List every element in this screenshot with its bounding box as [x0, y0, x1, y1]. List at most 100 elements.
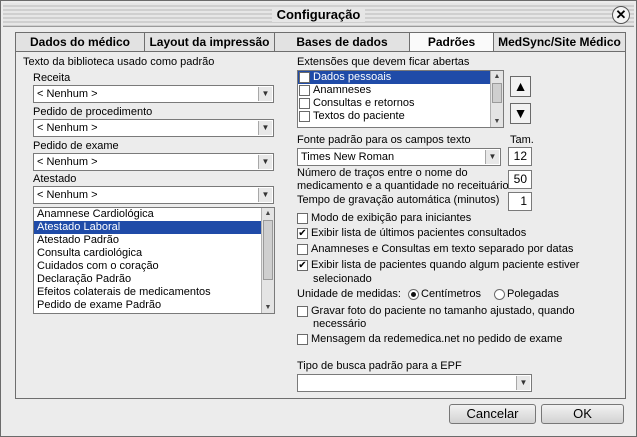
radio-selected[interactable] — [408, 288, 420, 300]
atestado-dropdown-list[interactable]: Anamnese Cardiológica Atestado Laboral A… — [33, 207, 275, 314]
tab-dados-do-medico[interactable]: Dados do médico — [15, 32, 145, 52]
dropdown-scrollbar[interactable]: ▲ ▼ — [261, 208, 274, 313]
tab-bases-de-dados[interactable]: Bases de dados — [274, 32, 410, 52]
chevron-down-icon[interactable]: ▼ — [258, 87, 272, 101]
unit-in-label: Polegadas — [507, 288, 560, 300]
unit-in-radio[interactable]: Polegadas — [494, 288, 559, 300]
config-window: Configuração ✕ Dados do médico Layout da… — [0, 0, 637, 437]
pedido-procedimento-select[interactable]: < Nenhum > ▼ — [33, 119, 274, 137]
traces-label-line2: medicamento e a quantidade no receituári… — [297, 180, 509, 192]
up-arrow-icon: ▲ — [513, 78, 528, 94]
option-last-patients[interactable]: ✔ Exibir lista de últimos pacientes consu… — [297, 227, 526, 240]
traces-label-line1: Número de traços entre o nome do — [297, 167, 468, 179]
option-patient-list-line2: selecionado — [313, 273, 372, 285]
window-title: Configuração — [3, 7, 634, 22]
radio[interactable] — [494, 288, 506, 300]
scroll-up-icon[interactable]: ▲ — [262, 208, 274, 219]
move-up-button[interactable]: ▲ — [510, 76, 531, 97]
receita-label: Receita — [33, 72, 71, 84]
checkbox[interactable] — [299, 110, 310, 122]
unit-cm-label: Centímetros — [421, 288, 481, 300]
checkbox[interactable] — [297, 243, 308, 255]
chevron-down-icon[interactable]: ▼ — [258, 188, 272, 202]
extensions-list[interactable]: ✔ Dados pessoais Anamneses Consultas e re… — [297, 70, 504, 128]
list-item[interactable]: Consulta cardiológica — [34, 247, 274, 260]
autosave-input[interactable]: 1 — [508, 192, 532, 211]
pedido-procedimento-value: < Nenhum > — [37, 122, 98, 134]
list-item-selected[interactable]: Atestado Laboral — [34, 221, 274, 234]
option-label: Exibir lista de pacientes quando algum p… — [311, 259, 580, 271]
chevron-down-icon[interactable]: ▼ — [485, 150, 499, 164]
scroll-down-icon[interactable]: ▼ — [262, 302, 274, 313]
extension-item-anamneses[interactable]: Anamneses — [298, 84, 503, 97]
receita-select[interactable]: < Nenhum > ▼ — [33, 85, 274, 103]
scroll-thumb[interactable] — [263, 220, 273, 280]
scroll-up-icon[interactable]: ▲ — [491, 71, 503, 82]
checkbox[interactable] — [297, 212, 308, 224]
list-item[interactable]: Declaração Padrão — [34, 273, 274, 286]
list-item[interactable]: Efeitos colaterais de medicamentos — [34, 286, 274, 299]
cancel-button[interactable]: Cancelar — [449, 404, 536, 424]
option-label: Anamneses e Consultas em texto separado … — [311, 243, 574, 255]
font-select[interactable]: Times New Roman ▼ — [297, 148, 501, 166]
title-bar[interactable]: Configuração ✕ — [3, 3, 634, 27]
search-type-select[interactable]: ▼ — [297, 374, 532, 392]
tab-layout-impressao[interactable]: Layout da impressão — [144, 32, 275, 52]
extension-label: Consultas e retornos — [313, 97, 415, 109]
extensions-label: Extensões que devem ficar abertas — [297, 56, 470, 68]
close-button[interactable]: ✕ — [612, 6, 630, 24]
font-size-input[interactable]: 12 — [508, 147, 532, 166]
ok-button[interactable]: OK — [541, 404, 624, 424]
tab-medsync-site-medico[interactable]: MedSync/Site Médico — [493, 32, 626, 52]
option-separate-dates[interactable]: Anamneses e Consultas em texto separado … — [297, 243, 573, 256]
pedido-exame-value: < Nenhum > — [37, 156, 98, 168]
list-item[interactable]: Atestado Padrão — [34, 234, 274, 247]
checkbox[interactable] — [299, 84, 310, 96]
autosave-label: Tempo de gravação automática (minutos) — [297, 194, 500, 206]
atestado-select[interactable]: < Nenhum > ▼ — [33, 186, 274, 204]
option-save-photo-line2: necessário — [313, 318, 367, 330]
list-item[interactable]: Anamnese Cardiológica — [34, 208, 274, 221]
checkbox[interactable] — [297, 333, 308, 345]
option-label: Modo de exibição para iniciantes — [311, 212, 472, 224]
down-arrow-icon: ▼ — [513, 105, 528, 121]
list-item[interactable]: Cuidados com o coração — [34, 260, 274, 273]
chevron-down-icon[interactable]: ▼ — [258, 121, 272, 135]
pedido-procedimento-label: Pedido de procedimento — [33, 106, 153, 118]
extension-label: Dados pessoais — [313, 71, 392, 83]
scroll-thumb[interactable] — [492, 83, 502, 103]
extension-item-consultas[interactable]: Consultas e retornos — [298, 97, 503, 110]
checkbox[interactable] — [297, 305, 308, 317]
checkbox[interactable]: ✔ — [297, 259, 308, 271]
scroll-down-icon[interactable]: ▼ — [491, 116, 503, 127]
chevron-down-icon[interactable]: ▼ — [516, 376, 530, 390]
extensions-scrollbar[interactable]: ▲ ▼ — [490, 71, 503, 127]
pedido-exame-select[interactable]: < Nenhum > ▼ — [33, 153, 274, 171]
extension-item-textos[interactable]: Textos do paciente — [298, 110, 503, 123]
option-beginner-mode[interactable]: Modo de exibição para iniciantes — [297, 212, 471, 225]
chevron-down-icon[interactable]: ▼ — [258, 155, 272, 169]
option-label: Exibir lista de últimos pacientes consul… — [311, 227, 527, 239]
option-patient-list[interactable]: ✔ Exibir lista de pacientes quando algum … — [297, 259, 579, 272]
checkbox[interactable]: ✔ — [297, 227, 308, 239]
close-icon: ✕ — [615, 7, 627, 22]
option-label: Mensagem da redemedica.net no pedido de … — [311, 333, 563, 345]
unit-cm-radio[interactable]: Centímetros — [408, 288, 481, 300]
size-label: Tam. — [510, 134, 534, 146]
library-section-label: Texto da biblioteca usado como padrão — [23, 56, 215, 68]
move-down-button[interactable]: ▼ — [510, 103, 531, 124]
receita-value: < Nenhum > — [37, 88, 98, 100]
tab-padroes[interactable]: Padrões — [409, 32, 494, 53]
list-item[interactable]: Pedido de exame Padrão — [34, 299, 274, 312]
atestado-label: Atestado — [33, 173, 77, 185]
checkbox[interactable]: ✔ — [299, 71, 310, 83]
search-type-label: Tipo de busca padrão para a EPF — [297, 360, 462, 372]
tab-bar: Dados do médico Layout da impressão Base… — [15, 32, 626, 53]
checkbox[interactable] — [299, 97, 310, 109]
extension-item-dados-pessoais[interactable]: ✔ Dados pessoais — [298, 71, 503, 84]
traces-input[interactable]: 50 — [508, 170, 532, 189]
option-save-photo[interactable]: Gravar foto do paciente no tamanho ajust… — [297, 305, 575, 318]
units-row: Unidade de medidas: Centímetros Polegada… — [297, 288, 559, 301]
option-redemedica-message[interactable]: Mensagem da redemedica.net no pedido de … — [297, 333, 562, 346]
option-label: Gravar foto do paciente no tamanho ajust… — [311, 305, 575, 317]
